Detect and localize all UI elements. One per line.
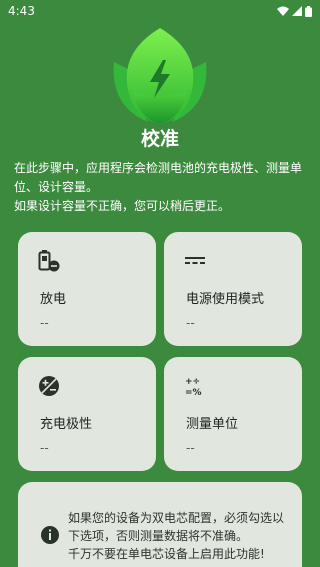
- unit-label: 测量单位: [186, 417, 239, 432]
- polarity-card: 充电极性 --: [18, 357, 156, 471]
- power-mode-label: 电源使用模式: [186, 292, 265, 307]
- polarity-value: --: [40, 441, 49, 455]
- signal-icon: [292, 6, 302, 16]
- description: 在此步骤中，应用程序会检测电池的充电极性、测量单位、设计容量。 如果设计容量不正…: [14, 159, 310, 216]
- description-line-1: 在此步骤中，应用程序会检测电池的充电极性、测量单位、设计容量。: [14, 161, 303, 194]
- notice-line-1: 如果您的设备为双电芯配置，必须勾选以下选项，否则测量数据将不准确。: [68, 511, 285, 543]
- description-line-2: 如果设计容量不正确，您可以稍后更正。: [14, 199, 231, 213]
- battery-icon: [305, 5, 312, 17]
- notice-text: 如果您的设备为双电芯配置，必须勾选以下选项，否则测量数据将不准确。 千万不要在单…: [68, 509, 290, 563]
- wifi-icon: [277, 6, 289, 16]
- math-symbols-icon: +÷ =%: [185, 377, 202, 397]
- discharge-card: 放电 --: [18, 232, 156, 346]
- discharge-label: 放电: [40, 292, 67, 307]
- info-icon: [41, 526, 59, 544]
- status-icons: [277, 5, 312, 17]
- svg-text:=%: =%: [185, 388, 202, 397]
- unit-value: --: [186, 441, 195, 455]
- plus-minus-circle-icon: [39, 376, 59, 396]
- status-time: 4:43: [8, 4, 35, 18]
- power-mode-value: --: [186, 316, 195, 330]
- dual-cell-notice-card: 如果您的设备为双电芯配置，必须勾选以下选项，否则测量数据将不准确。 千万不要在单…: [18, 482, 302, 567]
- page-title: 校准: [140, 128, 179, 150]
- power-mode-card: 电源使用模式 --: [164, 232, 302, 346]
- unit-card: +÷ =% 测量单位 --: [164, 357, 302, 471]
- leaf-bolt-logo-icon: [113, 28, 207, 124]
- notice-line-2: 千万不要在单电芯设备上启用此功能!: [68, 547, 265, 561]
- status-bar: 4:43: [0, 0, 320, 22]
- dc-power-icon: [185, 257, 205, 264]
- battery-minus-icon: [38, 250, 60, 272]
- svg-text:+÷: +÷: [185, 377, 200, 387]
- discharge-value: --: [40, 316, 49, 330]
- polarity-label: 充电极性: [40, 417, 93, 432]
